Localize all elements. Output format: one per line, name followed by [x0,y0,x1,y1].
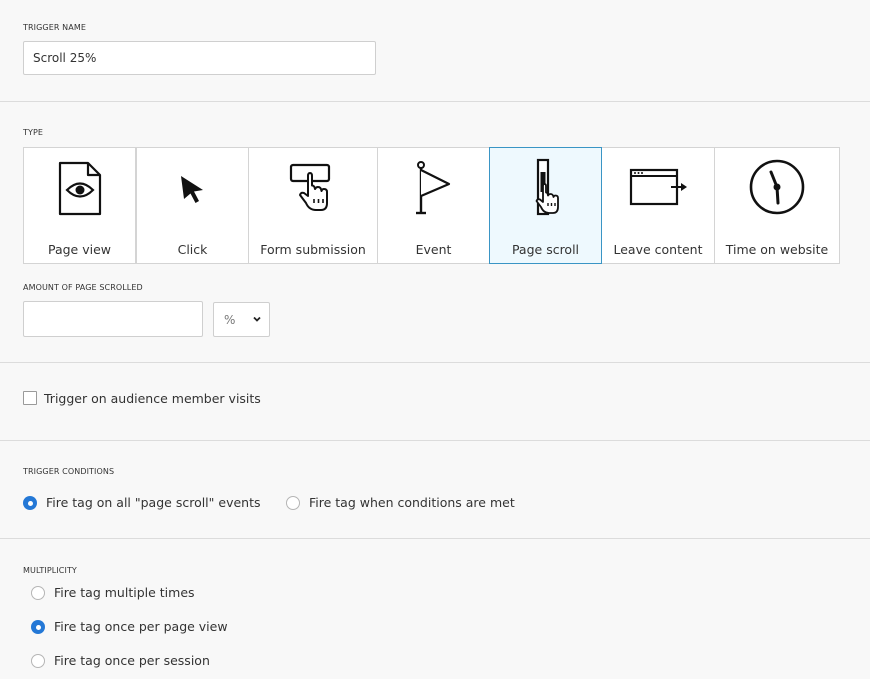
chevron-down-icon [252,313,262,327]
clock-icon [715,158,839,218]
radio-fire-conditions[interactable] [286,496,300,510]
radio-once-per-session-label: Fire tag once per session [54,653,210,668]
type-tile-click[interactable]: Click [136,147,249,264]
page-view-icon [24,158,135,218]
divider [0,440,870,441]
page-scroll-icon [490,158,601,218]
tile-label: Page view [47,242,112,257]
unit-select[interactable]: % [213,302,270,337]
audience-checkbox[interactable] [23,391,37,405]
form-submission-icon [249,158,377,218]
radio-fire-all-label: Fire tag on all "page scroll" events [46,495,261,510]
radio-multiple-times-label: Fire tag multiple times [54,585,195,600]
tile-label: Leave content [613,242,703,257]
type-tile-page-view[interactable]: Page view [23,147,136,264]
divider [0,362,870,363]
type-tile-leave-content[interactable]: Leave content [601,147,715,264]
radio-once-per-page-view-label: Fire tag once per page view [54,619,228,634]
tile-label: Form submission [260,242,366,257]
type-tile-event[interactable]: Event [377,147,490,264]
multiplicity-label: MULTIPLICITY [23,566,77,575]
radio-once-per-page-view[interactable] [31,620,45,634]
trigger-name-label: TRIGGER NAME [23,23,86,32]
unit-select-value: % [224,313,236,327]
radio-once-per-session[interactable] [31,654,45,668]
radio-multiple-times[interactable] [31,586,45,600]
tile-label: Page scroll [511,242,580,257]
type-label: TYPE [23,128,44,137]
trigger-name-input[interactable] [23,41,376,75]
leave-content-icon [602,158,714,218]
divider [0,538,870,539]
type-tile-time-on-website[interactable]: Time on website [714,147,840,264]
tile-label: Event [415,242,452,257]
type-tile-form-submission[interactable]: Form submission [248,147,378,264]
divider [0,101,870,102]
amount-input[interactable] [23,301,203,337]
tile-label: Time on website [725,242,829,257]
radio-fire-conditions-label: Fire tag when conditions are met [309,495,515,510]
amount-label: AMOUNT OF PAGE SCROLLED [23,283,143,292]
conditions-label: TRIGGER CONDITIONS [23,467,115,476]
radio-fire-all[interactable] [23,496,37,510]
type-tile-page-scroll[interactable]: Page scroll [489,147,602,264]
cursor-icon [137,158,248,218]
audience-checkbox-label: Trigger on audience member visits [44,391,261,406]
tile-label: Click [177,242,208,257]
flag-icon [378,158,489,218]
